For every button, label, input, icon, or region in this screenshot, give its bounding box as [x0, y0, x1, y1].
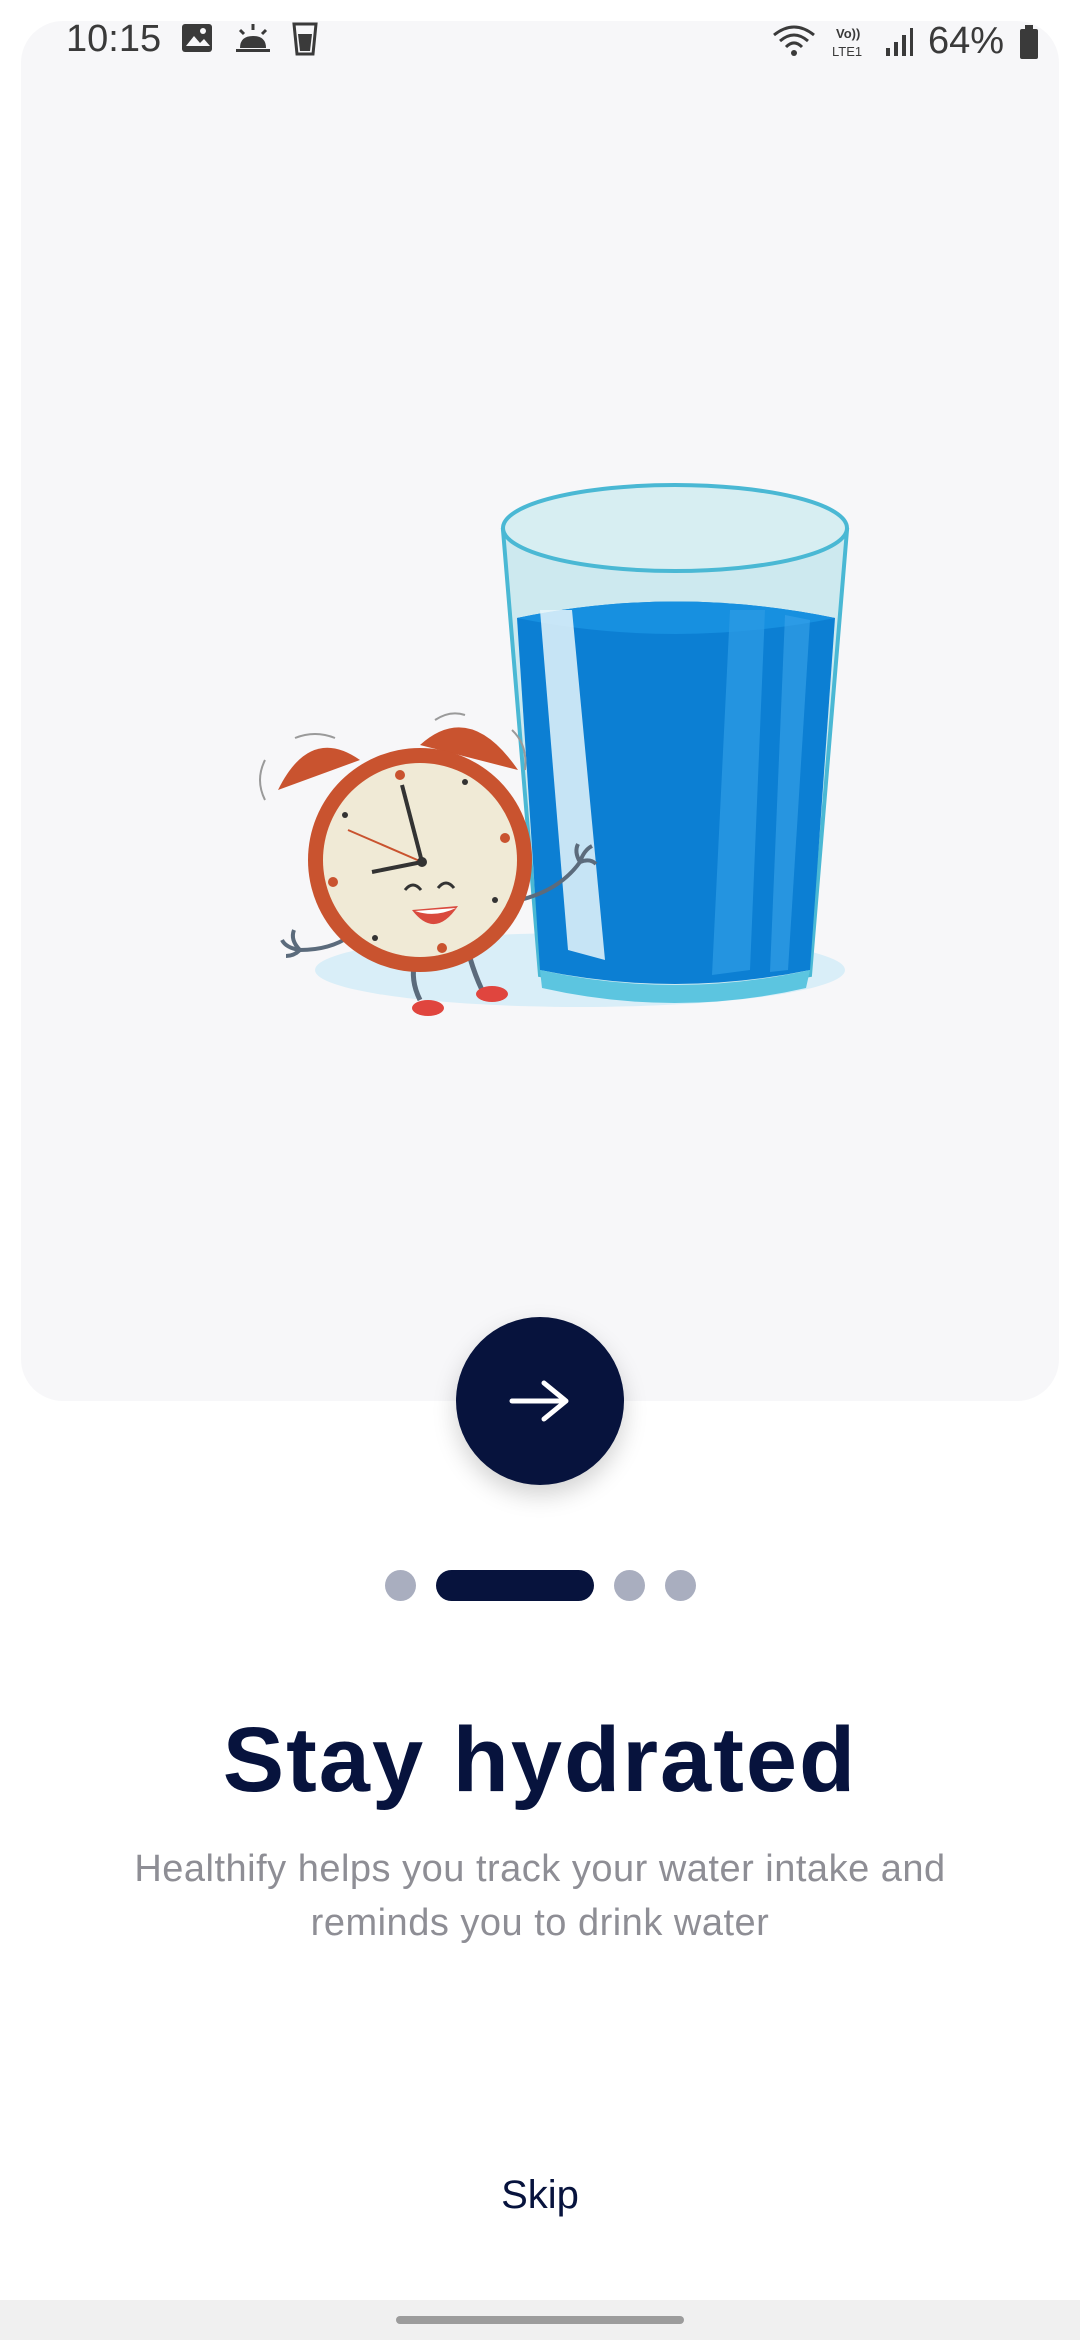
page-dot-2-active — [435, 1569, 594, 1601]
page-title: Stay hydrated — [222, 1709, 858, 1811]
home-gesture-handle[interactable] — [396, 2316, 684, 2324]
status-time: 10:15 — [66, 18, 162, 60]
next-button[interactable] — [456, 1317, 624, 1485]
page-dot-3 — [613, 1569, 645, 1601]
image-icon — [182, 24, 212, 52]
page-indicator — [0, 1569, 1080, 1601]
arrow-right-icon — [509, 1380, 569, 1422]
page-dot-4 — [664, 1569, 696, 1601]
svg-text:LTE1: LTE1 — [832, 44, 862, 59]
svg-text:Vo)): Vo)) — [836, 26, 860, 41]
volte-icon: Vo)) LTE1 — [832, 26, 862, 59]
system-nav-bar — [0, 2300, 1080, 2340]
page-dot-1 — [384, 1569, 416, 1601]
page-subtitle: Healthify helps you track your water int… — [134, 1848, 946, 1944]
weather-icon — [236, 24, 270, 52]
hydration-illustration — [259, 483, 850, 1016]
cup-icon — [292, 22, 318, 56]
battery-percent: 64% — [927, 20, 1004, 62]
skip-button[interactable]: Skip — [440, 2173, 640, 2218]
battery-icon — [1020, 24, 1038, 59]
status-bar: 10:15 Vo)) LTE1 64% — [0, 0, 1080, 84]
wifi-icon — [773, 25, 815, 56]
signal-icon — [885, 27, 913, 56]
